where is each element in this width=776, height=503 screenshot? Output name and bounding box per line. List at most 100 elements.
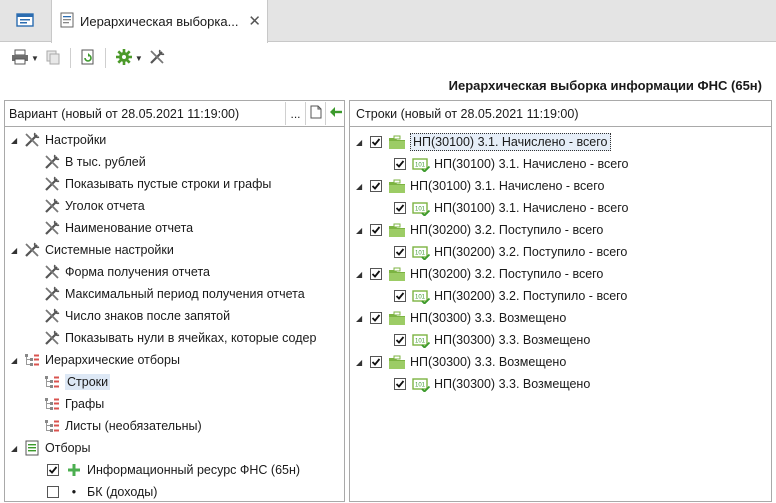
- checkbox[interactable]: [47, 464, 59, 476]
- copy-icon: [45, 49, 61, 68]
- tools-icon: [43, 220, 61, 236]
- tree-item-label: Строки: [65, 374, 111, 390]
- tab-bar: Иерархическая выборка... ✕: [0, 0, 776, 43]
- tree-group[interactable]: ◢ Отборы: [11, 437, 91, 459]
- print-button[interactable]: ▼: [8, 46, 42, 70]
- tools-icon: [23, 242, 41, 258]
- variant-new-button[interactable]: [305, 102, 325, 125]
- settings-button[interactable]: ▼: [112, 46, 146, 70]
- checkbox[interactable]: [370, 268, 382, 280]
- tools-icon: [43, 330, 61, 346]
- tree-item[interactable]: Показывать пустые строки и графы: [43, 173, 271, 195]
- home-tab[interactable]: [0, 0, 50, 42]
- expander-icon[interactable]: ◢: [356, 138, 370, 147]
- row-item[interactable]: 101 НП(30200) 3.2. Поступило - всего: [394, 285, 627, 307]
- rows-pane: Строки (новый от 28.05.2021 11:19:00) ◢ Н…: [349, 100, 772, 502]
- row-label: НП(30100) 3.1. Начислено - всего: [410, 133, 611, 151]
- tree-item[interactable]: Форма получения отчета: [43, 261, 210, 283]
- variant-back-button[interactable]: [325, 102, 345, 125]
- tree-item[interactable]: Информационный ресурс ФНС (65н): [47, 459, 300, 481]
- tree-item-label: Листы (необязательны): [65, 419, 202, 433]
- copy-button[interactable]: [42, 46, 64, 70]
- printer-icon: [11, 49, 29, 68]
- tree-item[interactable]: Уголок отчета: [43, 195, 145, 217]
- tree-item[interactable]: Наименование отчета: [43, 217, 193, 239]
- expander-icon[interactable]: ◢: [11, 246, 23, 255]
- checkbox[interactable]: [370, 136, 382, 148]
- row-item[interactable]: 101 НП(30100) 3.1. Начислено - всего: [394, 197, 629, 219]
- checkbox[interactable]: [394, 290, 406, 302]
- tab-hierarchical-selection[interactable]: Иерархическая выборка... ✕: [51, 0, 268, 43]
- variant-field[interactable]: Вариант (новый от 28.05.2021 11:19:00): [6, 102, 286, 125]
- tree-item-label: Отборы: [45, 441, 91, 455]
- row-label: НП(30300) 3.3. Возмещено: [434, 333, 591, 347]
- row-label: НП(30100) 3.1. Начислено - всего: [410, 179, 605, 193]
- tools-icon: [43, 198, 61, 214]
- checkbox[interactable]: [370, 180, 382, 192]
- refresh-report-button[interactable]: [77, 46, 99, 70]
- expander-icon[interactable]: ◢: [356, 314, 370, 323]
- row-item[interactable]: 101 НП(30300) 3.3. Возмещено: [394, 329, 590, 351]
- tree-item[interactable]: Листы (необязательны): [43, 415, 202, 437]
- tree-item[interactable]: В тыс. рублей: [43, 151, 146, 173]
- close-icon[interactable]: ✕: [248, 12, 261, 30]
- new-document-icon: [310, 105, 322, 122]
- checkbox[interactable]: [394, 334, 406, 346]
- tree-group[interactable]: ◢ Системные настройки: [11, 239, 174, 261]
- variant-select-button[interactable]: ...: [285, 102, 305, 125]
- expander-icon[interactable]: ◢: [356, 182, 370, 191]
- variant-header: Вариант (новый от 28.05.2021 11:19:00) .…: [5, 101, 344, 127]
- checkbox[interactable]: [394, 158, 406, 170]
- code-row-icon: 101: [412, 332, 430, 348]
- row-group[interactable]: ◢ НП(30200) 3.2. Поступило - всего: [356, 263, 603, 285]
- tree-item-label: Иерархические отборы: [45, 353, 180, 367]
- row-group[interactable]: ◢ НП(30300) 3.3. Возмещено: [356, 351, 566, 373]
- checkbox[interactable]: [370, 356, 382, 368]
- checkbox[interactable]: [370, 312, 382, 324]
- expander-icon[interactable]: ◢: [356, 226, 370, 235]
- tree-item[interactable]: Графы: [43, 393, 104, 415]
- expander-icon[interactable]: ◢: [11, 136, 23, 145]
- row-group[interactable]: ◢ НП(30200) 3.2. Поступило - всего: [356, 219, 603, 241]
- expander-icon[interactable]: ◢: [356, 270, 370, 279]
- tools-icon: [43, 286, 61, 302]
- checkbox[interactable]: [394, 246, 406, 258]
- code-row-icon: 101: [412, 376, 430, 392]
- window-icon: [16, 12, 34, 31]
- expander-icon[interactable]: ◢: [356, 358, 370, 367]
- tree-group[interactable]: ◢ Иерархические отборы: [11, 349, 180, 371]
- expander-icon[interactable]: ◢: [11, 356, 23, 365]
- code-row-icon: 101: [412, 156, 430, 172]
- folder-icon: [388, 310, 406, 326]
- chevron-down-icon: ▼: [31, 53, 39, 63]
- row-group[interactable]: ◢ НП(30100) 3.1. Начислено - всего: [356, 131, 611, 153]
- row-item[interactable]: 101 НП(30300) 3.3. Возмещено: [394, 373, 590, 395]
- tree-item[interactable]: Показывать нули в ячейках, которые содер: [43, 327, 316, 349]
- tools-icon: [43, 154, 61, 170]
- title-bar: Иерархическая выборка информации ФНС (65…: [0, 73, 776, 97]
- checkbox[interactable]: [394, 378, 406, 390]
- hierarchy-icon: [43, 418, 61, 434]
- tree-item[interactable]: Число знаков после запятой: [43, 305, 230, 327]
- tree-item[interactable]: • БК (доходы): [47, 481, 157, 503]
- tools-icon: [43, 264, 61, 280]
- tree-item-label: Показывать пустые строки и графы: [65, 177, 272, 191]
- svg-text:101: 101: [415, 162, 426, 168]
- tab-title: Иерархическая выборка...: [80, 14, 239, 29]
- row-item[interactable]: 101 НП(30100) 3.1. Начислено - всего: [394, 153, 629, 175]
- code-row-icon: 101: [412, 288, 430, 304]
- checkbox[interactable]: [370, 224, 382, 236]
- tree-item[interactable]: Строки: [43, 371, 111, 393]
- hierarchy-icon: [23, 352, 41, 368]
- folder-icon: [388, 222, 406, 238]
- row-group[interactable]: ◢ НП(30100) 3.1. Начислено - всего: [356, 175, 605, 197]
- tree-item[interactable]: Максимальный период получения отчета: [43, 283, 305, 305]
- row-item[interactable]: 101 НП(30200) 3.2. Поступило - всего: [394, 241, 627, 263]
- checkbox[interactable]: [47, 486, 59, 498]
- tools-button[interactable]: [146, 46, 168, 70]
- row-group[interactable]: ◢ НП(30300) 3.3. Возмещено: [356, 307, 566, 329]
- checkbox[interactable]: [394, 202, 406, 214]
- expander-icon[interactable]: ◢: [11, 444, 23, 453]
- plus-icon: [65, 462, 83, 478]
- tree-group[interactable]: ◢ Настройки: [11, 129, 106, 151]
